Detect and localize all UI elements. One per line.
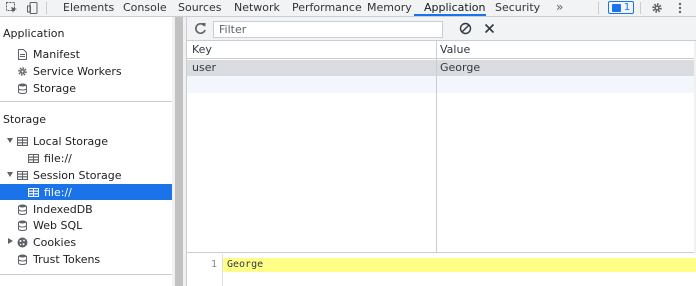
storage-data-grid: Key Value user George <box>187 41 694 253</box>
sidebar-item-label: Local Storage <box>33 134 109 148</box>
database-icon <box>16 203 29 215</box>
tab-console[interactable]: Console <box>123 0 167 16</box>
sidebar-item-label: Storage <box>33 81 77 95</box>
table-grid-icon <box>27 152 40 164</box>
sidebar-scrollbar-thumb[interactable] <box>175 17 183 286</box>
toolbar-separator <box>640 2 641 14</box>
expand-arrow-icon[interactable] <box>8 238 13 244</box>
gear-icon[interactable] <box>650 1 664 15</box>
sidebar-item-service-workers[interactable]: Service Workers <box>16 63 122 79</box>
active-tab-indicator <box>414 14 486 16</box>
application-sidebar: Application Manifest Service Workers Sto… <box>0 17 172 286</box>
sidebar-item-label: file:// <box>44 151 72 165</box>
sidebar-item-label: Web SQL <box>33 218 83 232</box>
sidebar-item-label: file:// <box>44 185 72 199</box>
tab-security[interactable]: Security <box>495 0 540 16</box>
sidebar-item-trust-tokens[interactable]: Trust Tokens <box>16 251 100 267</box>
chevron-double-right-icon[interactable]: » <box>556 0 563 16</box>
filter-input[interactable] <box>213 21 443 38</box>
sidebar-item-label: Manifest <box>33 47 80 61</box>
devtools-tabbar: Elements Console Sources Network Perform… <box>0 0 696 17</box>
document-icon <box>16 48 29 60</box>
tab-memory[interactable]: Memory <box>367 0 412 16</box>
sidebar-item-indexeddb[interactable]: IndexedDB <box>16 201 93 217</box>
row-value: George <box>440 61 481 74</box>
sidebar-section-storage: Storage <box>3 113 47 126</box>
message-icon <box>611 3 621 12</box>
sidebar-item-session-storage[interactable]: Session Storage <box>16 167 122 183</box>
expand-arrow-icon[interactable] <box>7 172 13 177</box>
table-grid-icon <box>16 169 29 181</box>
tab-elements[interactable]: Elements <box>63 0 114 16</box>
gear-icon <box>16 65 29 77</box>
table-row[interactable]: user George <box>187 60 694 76</box>
storage-toolbar <box>187 17 696 41</box>
column-header-value[interactable]: Value <box>440 42 470 58</box>
preview-text[interactable]: George <box>227 258 263 272</box>
sidebar-item-label: Service Workers <box>33 64 122 78</box>
empty-row <box>187 76 694 93</box>
database-icon <box>16 219 29 231</box>
expand-arrow-icon[interactable] <box>7 138 13 143</box>
sidebar-item-session-storage-origin[interactable]: file:// <box>0 184 172 200</box>
tab-network[interactable]: Network <box>234 0 280 16</box>
toolbar-separator <box>46 2 47 14</box>
cookie-icon <box>16 236 29 248</box>
refresh-icon[interactable] <box>194 22 208 36</box>
sidebar-item-storage-overview[interactable]: Storage <box>16 80 76 96</box>
sidebar-section-application: Application <box>3 27 65 40</box>
sidebar-item-web-sql[interactable]: Web SQL <box>16 217 82 233</box>
issues-count: 1 <box>623 2 631 13</box>
tab-sources[interactable]: Sources <box>178 0 222 16</box>
sidebar-item-local-storage[interactable]: Local Storage <box>16 133 108 149</box>
line-highlight <box>223 258 696 272</box>
grid-header: Key Value <box>187 41 694 59</box>
sidebar-item-label: Trust Tokens <box>33 252 101 266</box>
clear-all-icon[interactable] <box>459 22 473 36</box>
table-grid-icon <box>16 135 29 147</box>
sidebar-item-local-storage-origin[interactable]: file:// <box>27 150 72 166</box>
sidebar-divider <box>0 101 172 102</box>
database-icon <box>16 253 29 265</box>
table-grid-icon <box>27 186 40 198</box>
sidebar-divider <box>0 274 172 275</box>
column-header-key[interactable]: Key <box>192 42 212 58</box>
column-divider[interactable] <box>436 41 437 253</box>
sidebar-item-label: Session Storage <box>33 168 122 182</box>
delete-selected-icon[interactable] <box>483 22 497 36</box>
database-icon <box>16 82 29 94</box>
sidebar-item-cookies[interactable]: Cookies <box>16 234 76 250</box>
tab-performance[interactable]: Performance <box>292 0 362 16</box>
sidebar-item-label: Cookies <box>33 235 77 249</box>
inspect-element-icon[interactable] <box>5 1 19 15</box>
line-number: 1 <box>210 259 217 270</box>
row-key: user <box>192 61 216 74</box>
storage-view: Key Value user George 1 George <box>186 17 696 286</box>
sidebar-item-manifest[interactable]: Manifest <box>16 46 80 62</box>
issues-badge[interactable]: 1 <box>608 1 634 14</box>
toolbar-separator <box>598 2 599 14</box>
kebab-menu-icon[interactable] <box>675 1 685 15</box>
value-preview: 1 George <box>187 254 696 286</box>
device-toolbar-icon[interactable] <box>26 1 40 15</box>
sidebar-item-label: IndexedDB <box>33 202 93 216</box>
